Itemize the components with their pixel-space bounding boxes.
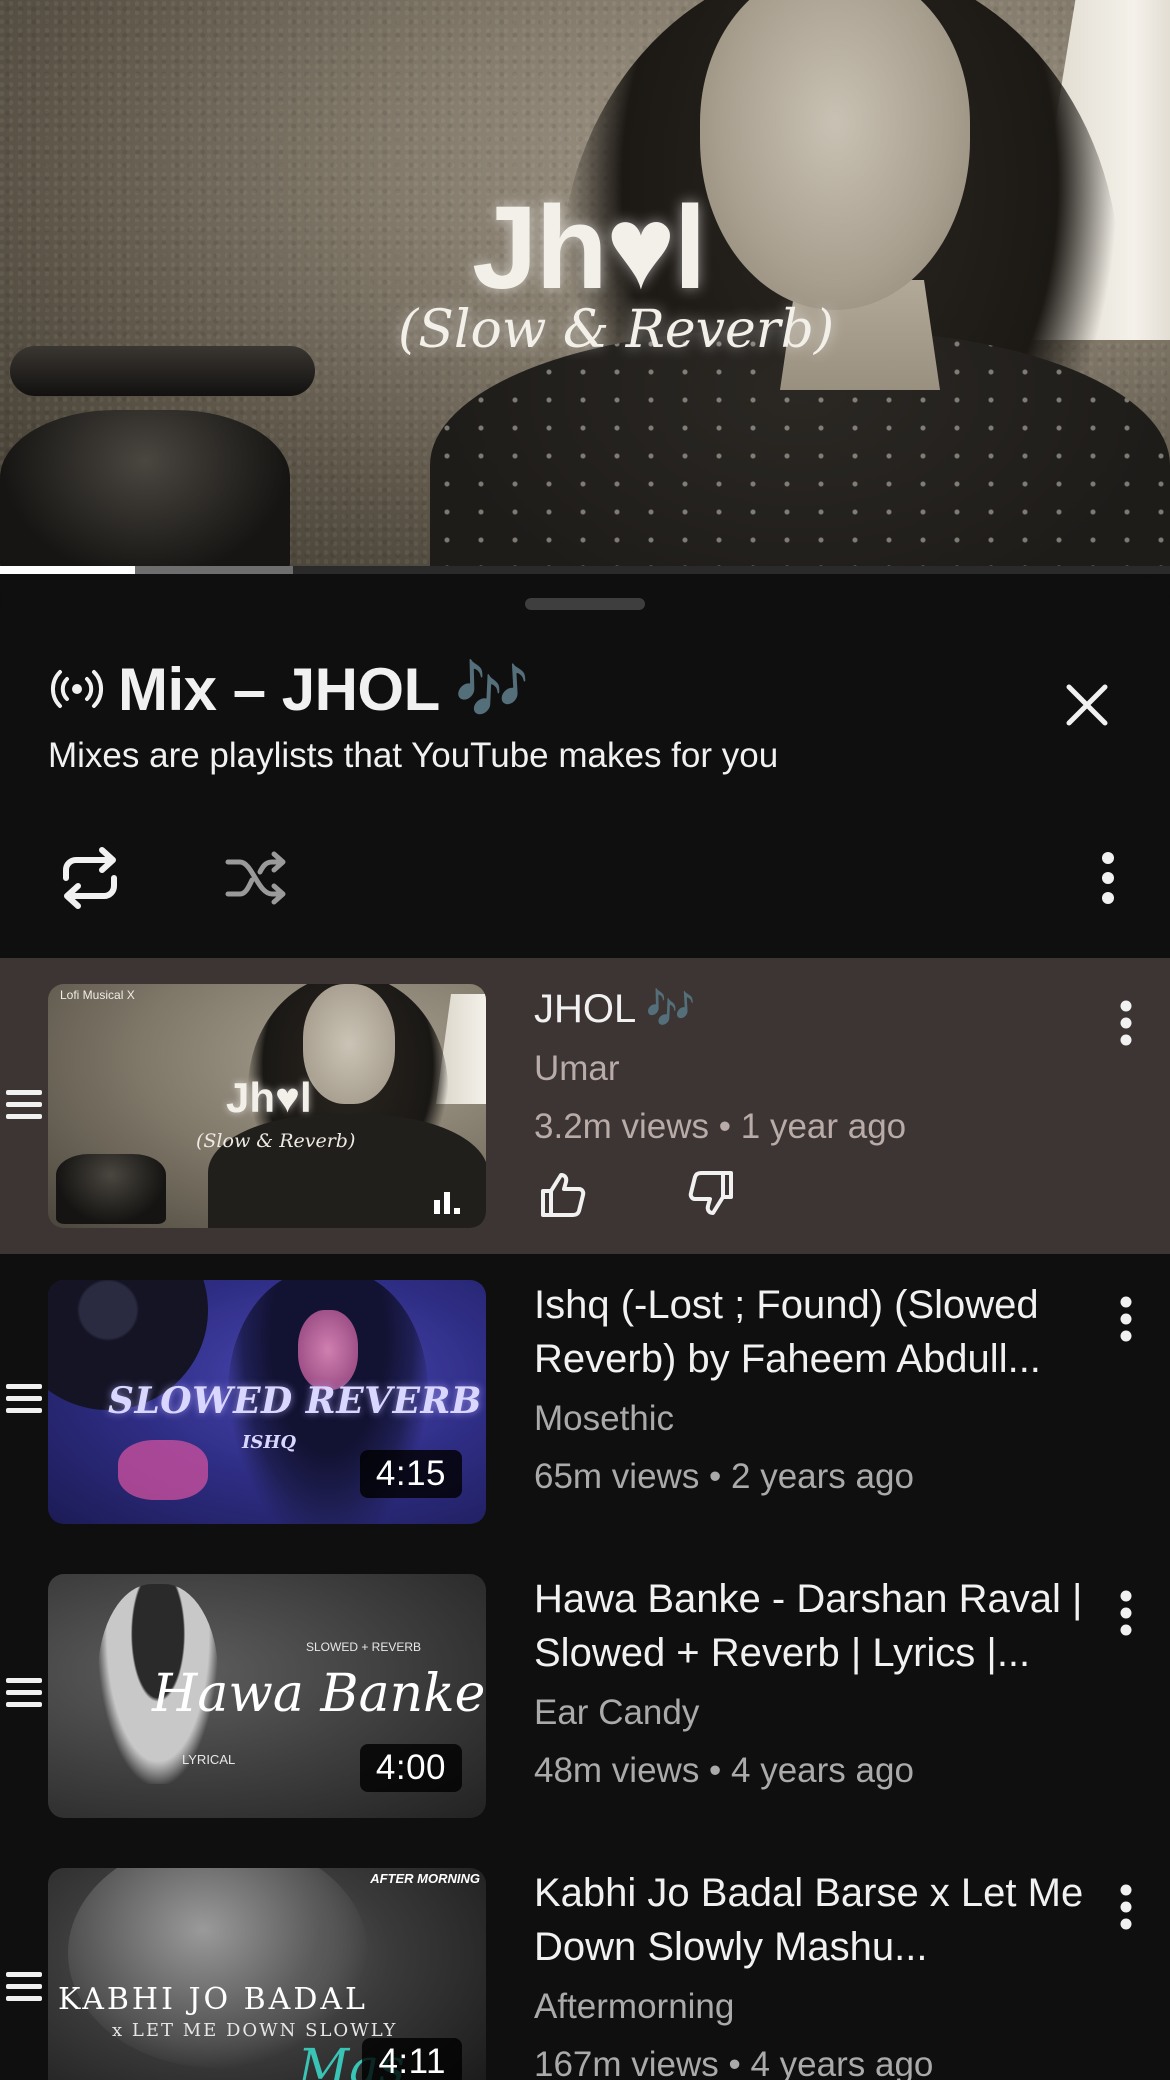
repeat-button[interactable] [48,836,132,920]
shuffle-button[interactable] [214,836,298,920]
more-vertical-icon [1120,1296,1132,1342]
progress-bar-wrapper [0,566,1170,574]
sheet-drag-handle[interactable] [525,598,645,610]
thumbnail-logo: AFTER MORNING [370,1871,480,1886]
like-button[interactable] [534,1166,590,1222]
thumbnail-text: Hawa Banke [152,1664,486,1724]
thumbs-down-icon [688,1171,733,1215]
more-vertical-icon [1102,852,1114,904]
video-info: JHOL 🎶 Umar 3.2m views • 1 year ago [534,982,1094,1222]
video-duration: 4:15 [359,1450,462,1498]
thumbnail-subtext: (Slow & Reverb) [196,1130,356,1152]
playlist-subtitle: Mixes are playlists that YouTube makes f… [48,736,779,775]
item-menu-button[interactable] [1106,1872,1146,1942]
repeat-icon [63,847,117,909]
video-overlay-subtitle: (Slow & Reverb) [398,300,835,360]
item-menu-button[interactable] [1106,1284,1146,1354]
video-title[interactable]: Kabhi Jo Badal Barse x Let Me Down Slowl… [534,1866,1094,1974]
video-title[interactable]: Hawa Banke - Darshan Raval | Slowed + Re… [534,1572,1094,1680]
mix-playlist-sheet: Mix – JHOL 🎶 Mixes are playlists that Yo… [0,576,1170,2080]
playlist-menu-button[interactable] [1076,836,1140,920]
video-info: Hawa Banke - Darshan Raval | Slowed + Re… [534,1572,1094,1796]
thumbnail-text: SLOWED REVERB [108,1380,482,1422]
item-menu-button[interactable] [1106,988,1146,1058]
playlist-item[interactable]: SLOWED + REVERB Hawa Banke LYRICAL 4:00 … [0,1548,1170,1842]
more-vertical-icon [1120,1000,1132,1046]
video-thumbnail[interactable]: SLOWED + REVERB Hawa Banke LYRICAL 4:00 [48,1574,486,1818]
channel-name[interactable]: Mosethic [534,1394,1094,1444]
video-thumbnail[interactable]: SLOWED REVERB ISHQ 4:15 [48,1280,486,1524]
video-thumbnail[interactable]: Lofi Musical X Jh♥l (Slow & Reverb) [48,984,486,1228]
channel-name[interactable]: Ear Candy [534,1688,1094,1738]
video-meta: 167m views • 4 years ago [534,2045,934,2080]
video-duration: 4:00 [359,1744,462,1792]
thumbnail-text: Jh♥l [226,1074,312,1121]
video-meta: 48m views • 4 years ago [534,1751,914,1790]
video-frame-telephone [0,340,330,566]
thumbs-up-icon [541,1173,586,1217]
video-title[interactable]: Ishq (-Lost ; Found) (Slowed Reverb) by … [534,1278,1094,1386]
video-meta: 3.2m views • 1 year ago [534,1107,907,1146]
playlist-items: Lofi Musical X Jh♥l (Slow & Reverb) JHOL… [0,958,1170,2080]
broadcast-icon [50,670,104,708]
thumbnail-subtext: ISHQ [242,1432,297,1453]
shuffle-icon [225,851,286,905]
now-playing-icon [434,1192,460,1214]
video-meta: 65m views • 2 years ago [534,1457,914,1496]
thumbnail-brand: Lofi Musical X [60,988,135,1002]
playlist-item-active[interactable]: Lofi Musical X Jh♥l (Slow & Reverb) JHOL… [0,958,1170,1254]
thumbnail-text: KABHI JO BADAL [58,1982,368,2017]
playlist-title: Mix – JHOL 🎶 [118,655,530,723]
playlist-header: Mix – JHOL 🎶 Mixes are playlists that Yo… [48,650,1122,790]
video-info: Kabhi Jo Badal Barse x Let Me Down Slowl… [534,1866,1094,2080]
close-icon [1066,684,1108,726]
close-button[interactable] [1052,670,1122,740]
drag-handle-icon[interactable] [4,1088,44,1122]
more-vertical-icon [1120,1884,1132,1930]
channel-name[interactable]: Umar [534,1044,1094,1094]
video-info: Ishq (-Lost ; Found) (Slowed Reverb) by … [534,1278,1094,1502]
thumbnail-subtext: LYRICAL [182,1752,236,1767]
drag-handle-icon[interactable] [4,1970,44,2004]
drag-handle-icon[interactable] [4,1676,44,1710]
video-title[interactable]: JHOL 🎶 [534,982,1094,1036]
video-player[interactable]: Jh♥l (Slow & Reverb) [0,0,1170,566]
drag-handle-icon[interactable] [4,1382,44,1416]
progress-bar[interactable] [0,566,1170,574]
thumbnail-tag: SLOWED + REVERB [306,1640,422,1654]
playlist-controls [48,836,1122,920]
more-vertical-icon [1120,1590,1132,1636]
video-duration: 4:11 [362,2038,462,2080]
item-menu-button[interactable] [1106,1578,1146,1648]
dislike-button[interactable] [684,1166,740,1222]
playlist-item[interactable]: AFTER MORNING KABHI JO BADAL x LET ME DO… [0,1842,1170,2080]
video-thumbnail[interactable]: AFTER MORNING KABHI JO BADAL x LET ME DO… [48,1868,486,2080]
progress-played [0,566,135,574]
video-overlay-title: Jh♥l [472,182,707,314]
playlist-item[interactable]: SLOWED REVERB ISHQ 4:15 Ishq (-Lost ; Fo… [0,1254,1170,1548]
channel-name[interactable]: Aftermorning [534,1982,1094,2032]
